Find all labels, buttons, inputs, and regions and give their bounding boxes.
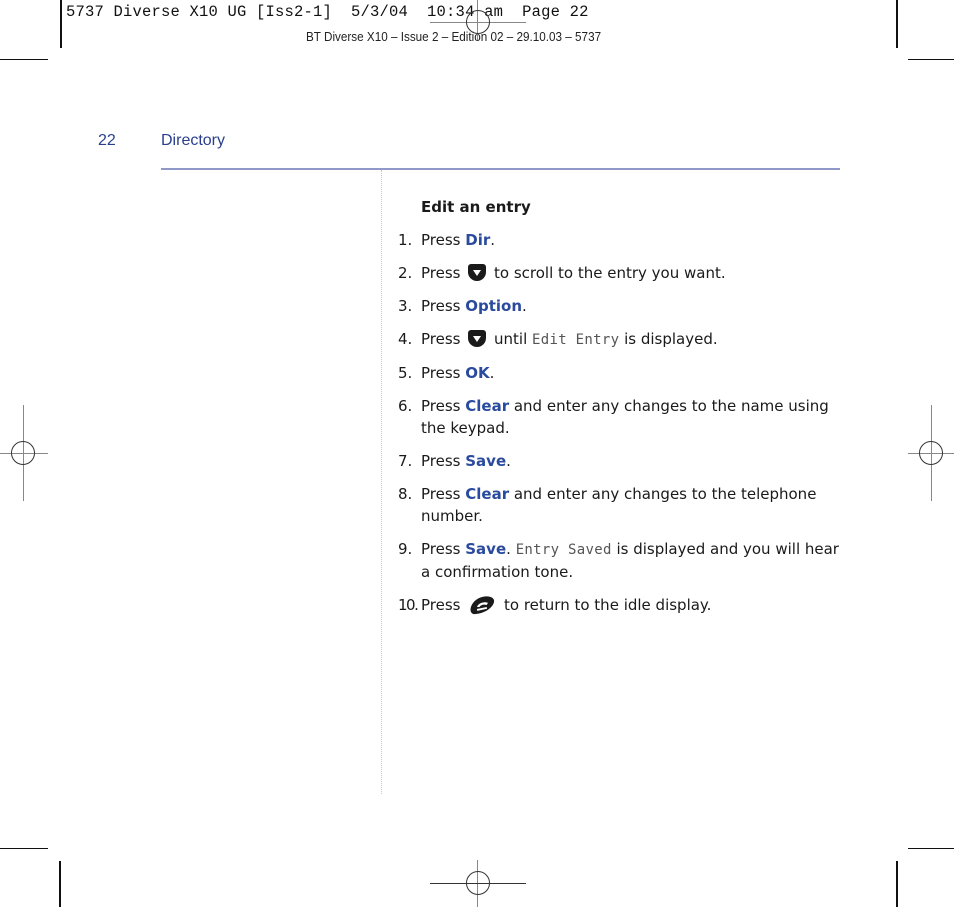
step-item: 2. Press to scroll to the entry you want. — [398, 262, 843, 284]
steps-list: 1. Press Dir. 2. Press to scroll to the en… — [398, 229, 843, 616]
step-text: is displayed. — [619, 330, 718, 348]
display-text: Entry Saved — [515, 542, 612, 558]
step-item: 6. Press Clear and enter any changes to t… — [398, 395, 843, 439]
registration-mark-bottom — [430, 860, 526, 907]
page-number: 22 — [98, 132, 116, 149]
display-text: Edit Entry — [532, 332, 620, 348]
crop-mark — [908, 848, 954, 849]
key-label: Save — [465, 540, 507, 558]
crop-mark — [908, 59, 954, 60]
step-text: . — [506, 452, 511, 470]
step-number: 3. — [398, 297, 413, 315]
key-label: Dir — [465, 231, 491, 249]
step-text: to return to the idle display. — [499, 596, 712, 614]
step-text: . — [506, 540, 516, 558]
crop-mark — [896, 0, 898, 48]
column-divider — [381, 170, 382, 794]
step-text: Press — [421, 264, 466, 282]
crop-mark — [60, 0, 62, 48]
step-number: 2. — [398, 264, 413, 282]
step-item: 10. Press to return to the idle display. — [398, 594, 843, 616]
step-text: Press — [421, 540, 466, 558]
step-text: . — [490, 231, 496, 249]
down-arrow-key-icon — [468, 264, 487, 281]
end-call-key-icon — [470, 596, 495, 615]
step-text: Press — [421, 330, 466, 348]
step-item: 9. Press Save. Entry Saved is displayed a… — [398, 538, 843, 583]
instructions: Edit an entry 1. Press Dir. 2. Press to sc… — [398, 196, 843, 627]
instructions-heading: Edit an entry — [421, 198, 531, 216]
step-item: 5. Press OK. — [398, 362, 843, 384]
crop-mark — [0, 848, 48, 849]
step-number: 9. — [398, 540, 413, 558]
step-number: 8. — [398, 485, 413, 503]
registration-mark-top — [430, 0, 526, 40]
step-number: 1. — [398, 231, 413, 249]
key-label: OK — [465, 364, 490, 382]
key-label: Option — [465, 297, 523, 315]
key-label: Save — [465, 452, 507, 470]
step-item: 3. Press Option. — [398, 295, 843, 317]
step-item: 8. Press Clear and enter any changes to t… — [398, 483, 843, 527]
step-text: Press — [421, 596, 466, 614]
down-arrow-key-icon — [468, 330, 487, 347]
step-text: Press — [421, 397, 466, 415]
crop-mark — [0, 59, 48, 60]
step-item: 7. Press Save. — [398, 450, 843, 472]
key-label: Clear — [465, 397, 510, 415]
step-item: 4. Press until Edit Entry is displayed. — [398, 328, 843, 351]
step-text: until — [489, 330, 533, 348]
step-number: 5. — [398, 364, 413, 382]
key-label: Clear — [465, 485, 510, 503]
header-rule — [161, 168, 840, 170]
step-text: to scroll to the entry you want. — [489, 264, 726, 282]
registration-mark-right — [908, 405, 954, 501]
step-text: . — [522, 297, 527, 315]
step-text: Press — [421, 452, 466, 470]
step-number: 10. — [398, 596, 419, 614]
section-title: Directory — [161, 132, 226, 149]
registration-mark-left — [0, 405, 48, 501]
crop-mark — [896, 861, 898, 907]
step-text: Press — [421, 485, 466, 503]
step-text: Press — [421, 297, 466, 315]
step-text: Press — [421, 231, 466, 249]
crop-mark — [59, 861, 61, 907]
step-number: 7. — [398, 452, 413, 470]
step-item: 1. Press Dir. — [398, 229, 843, 251]
step-number: 4. — [398, 330, 413, 348]
step-text: . — [489, 364, 495, 382]
step-number: 6. — [398, 397, 413, 415]
step-text: Press — [421, 364, 466, 382]
